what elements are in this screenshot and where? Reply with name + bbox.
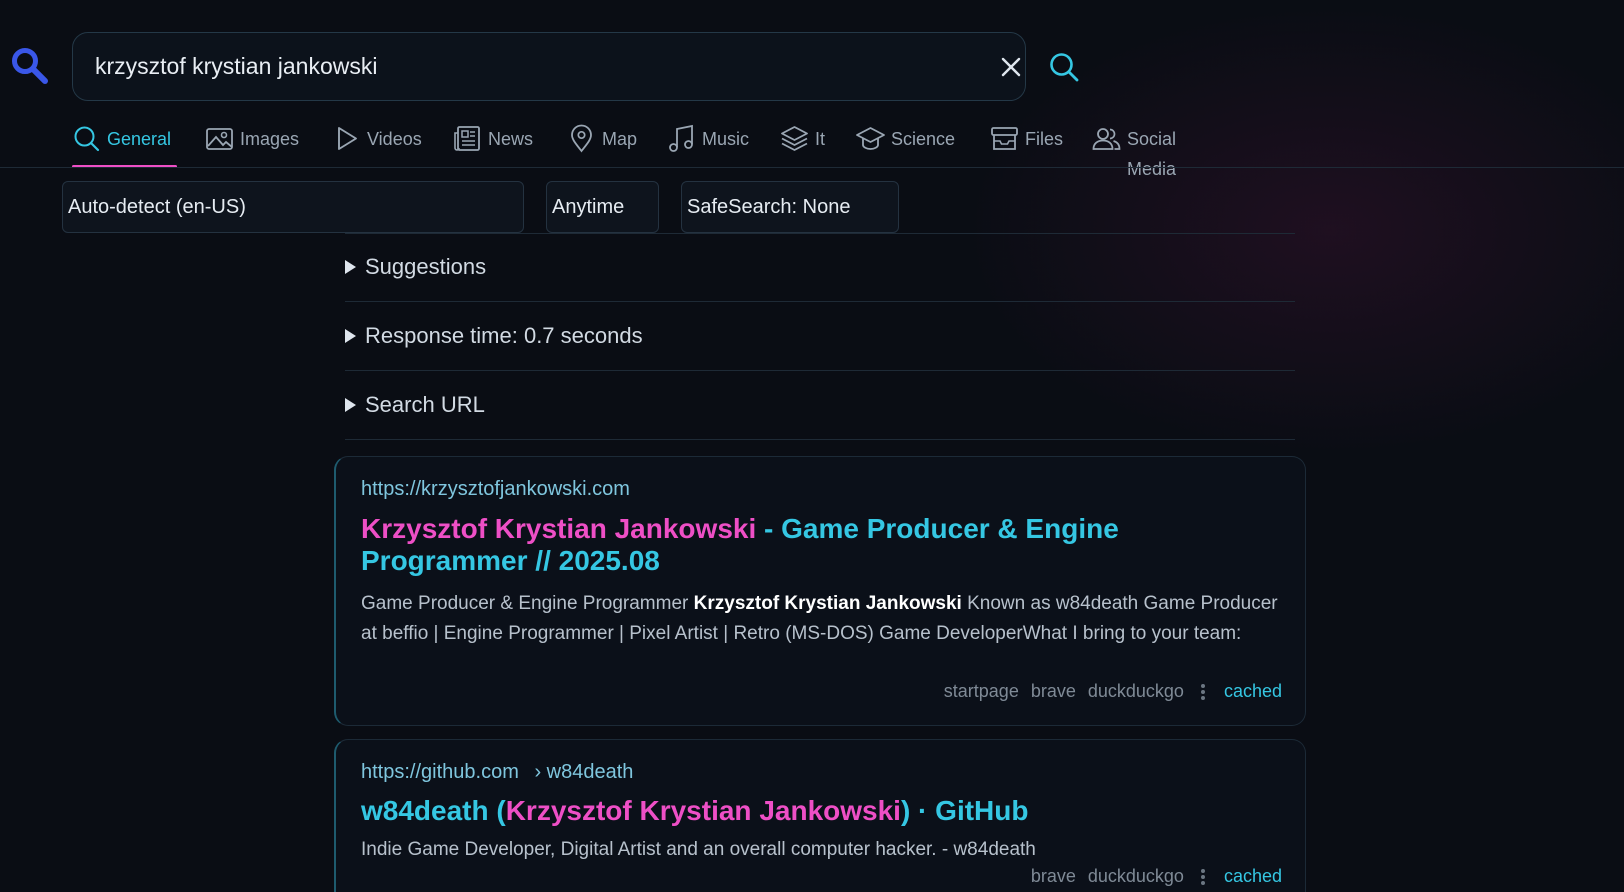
result-url-host: https://github.com <box>361 761 519 783</box>
snippet-bold: Krzysztof Krystian Jankowski <box>693 593 962 614</box>
more-options-icon[interactable] <box>1196 682 1210 702</box>
tab-label: Social Media <box>1127 129 1177 179</box>
language-select[interactable]: Auto-detect (en-US) <box>62 181 524 233</box>
result-url-breadcrumb: › w84death <box>534 761 634 783</box>
result-title[interactable]: Krzysztof Krystian Jankowski - Game Prod… <box>361 513 1119 577</box>
result-url[interactable]: https://krzysztofjankowski.com <box>361 478 630 501</box>
caret-right-icon <box>345 329 356 343</box>
response-time-toggle[interactable]: Response time: 0.7 seconds <box>345 302 1295 371</box>
tab-social-media[interactable]: Social Media <box>1092 124 1176 179</box>
image-icon <box>206 128 233 150</box>
header-divider <box>0 167 1624 168</box>
graduation-cap-icon <box>856 127 885 150</box>
tab-music[interactable]: Music <box>667 124 749 168</box>
result-title-text: ) · GitHub <box>900 795 1029 826</box>
caret-right-icon <box>345 260 356 274</box>
cached-link[interactable]: cached <box>1224 866 1282 887</box>
tab-label: Images <box>240 129 300 149</box>
result-snippet: Game Producer & Engine Programmer Krzysz… <box>361 589 1281 649</box>
archive-icon <box>991 127 1018 150</box>
map-pin-icon <box>571 124 592 153</box>
logo-magnifier-icon[interactable] <box>10 46 50 86</box>
safesearch-select[interactable]: SafeSearch: None <box>681 181 899 233</box>
result-title-text: - Game Producer & Engine <box>756 513 1119 544</box>
result-card: https://krzysztofjankowski.com Krzysztof… <box>334 456 1306 726</box>
tab-videos[interactable]: Videos <box>332 124 422 168</box>
search-bar <box>72 32 1079 101</box>
tab-label: Files <box>1025 129 1064 149</box>
more-options-icon[interactable] <box>1196 867 1210 887</box>
tab-images[interactable]: Images <box>205 124 299 168</box>
tab-it[interactable]: It <box>780 124 825 168</box>
tab-general[interactable]: General <box>72 124 177 168</box>
engine-label: brave <box>1030 866 1076 886</box>
tab-label: It <box>815 129 826 149</box>
engine-label: brave <box>1030 681 1076 701</box>
search-input[interactable] <box>95 33 895 99</box>
search-icon[interactable] <box>1047 50 1081 84</box>
result-url[interactable]: https://github.com › w84death <box>361 761 633 784</box>
search-url-label: Search URL <box>365 392 485 417</box>
snippet-text: Game Producer & Engine Programmer <box>361 593 694 614</box>
time-range-select[interactable]: Anytime <box>546 181 659 233</box>
tab-files[interactable]: Files <box>990 124 1063 168</box>
safesearch-select-value: SafeSearch: None <box>687 195 851 218</box>
tab-label: Videos <box>367 129 422 149</box>
tab-science[interactable]: Science <box>856 124 955 168</box>
clear-icon[interactable] <box>997 53 1025 81</box>
layers-icon <box>781 126 808 151</box>
tab-label: News <box>488 129 534 149</box>
result-engines: startpage brave duckduckgo cached <box>944 681 1282 702</box>
play-icon <box>338 127 357 150</box>
tab-map[interactable]: Map <box>567 124 637 168</box>
users-icon <box>1092 128 1121 150</box>
result-title-highlight: Krzysztof Krystian Jankowski <box>361 513 757 544</box>
search-url-toggle[interactable]: Search URL <box>345 371 1295 440</box>
tab-label: General <box>107 129 172 149</box>
cached-link[interactable]: cached <box>1224 681 1282 702</box>
tab-label: Music <box>702 129 750 149</box>
engine-label: startpage <box>943 681 1019 701</box>
tab-news[interactable]: News <box>453 124 533 168</box>
tab-label: Science <box>891 129 956 149</box>
response-time-label: Response time: 0.7 seconds <box>365 323 643 348</box>
result-title-highlight: Krzysztof Krystian Jankowski <box>505 795 901 826</box>
result-title[interactable]: w84death (Krzysztof Krystian Jankowski) … <box>361 795 1028 827</box>
search-icon <box>74 126 100 152</box>
result-snippet: Indie Game Developer, Digital Artist and… <box>361 839 1036 860</box>
newspaper-icon <box>454 126 480 151</box>
engine-label: duckduckgo <box>1087 866 1184 886</box>
engine-label: duckduckgo <box>1087 681 1184 701</box>
result-card: https://github.com › w84death w84death (… <box>334 739 1306 892</box>
language-select-value: Auto-detect (en-US) <box>68 195 246 218</box>
suggestions-toggle[interactable]: Suggestions <box>345 233 1295 302</box>
time-range-select-value: Anytime <box>552 195 625 218</box>
result-title-text-line2: Programmer // 2025.08 <box>361 545 660 576</box>
result-title-text: w84death ( <box>361 795 506 826</box>
result-engines: brave duckduckgo cached <box>1031 866 1282 887</box>
caret-right-icon <box>345 398 356 412</box>
suggestions-label: Suggestions <box>365 254 487 279</box>
tab-label: Map <box>602 129 638 149</box>
music-note-icon <box>669 124 693 152</box>
